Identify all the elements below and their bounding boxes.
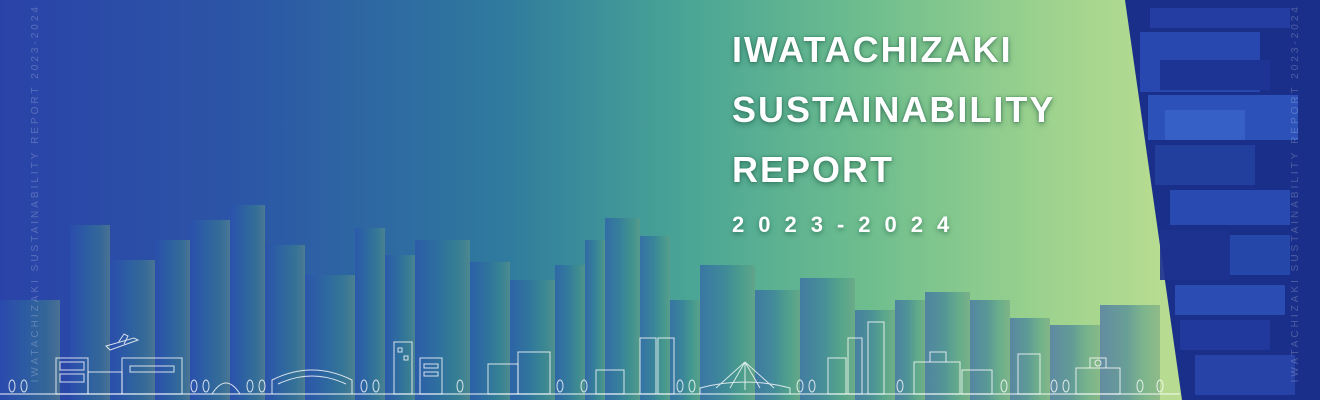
bridge-icon [699, 361, 791, 394]
side-caption-left: IWATACHIZAKI SUSTAINABILITY REPORT 2023-… [30, 3, 41, 382]
city-line-art [8, 321, 1164, 395]
report-title: IWATACHIZAKI SUSTAINABILITY REPORT 2023-… [732, 20, 1055, 238]
report-banner: IWATACHIZAKI SUSTAINABILITY REPORT 2023-… [0, 0, 1320, 400]
title-line-1: IWATACHIZAKI [732, 29, 1013, 70]
title-line-3: REPORT [732, 149, 895, 190]
side-caption-right: IWATACHIZAKI SUSTAINABILITY REPORT 2023-… [1290, 3, 1301, 382]
title-line-2: SUSTAINABILITY [732, 89, 1056, 130]
report-year: 2023-2024 [732, 212, 964, 237]
airplane-icon [105, 333, 140, 351]
stadium-icon [271, 369, 353, 394]
